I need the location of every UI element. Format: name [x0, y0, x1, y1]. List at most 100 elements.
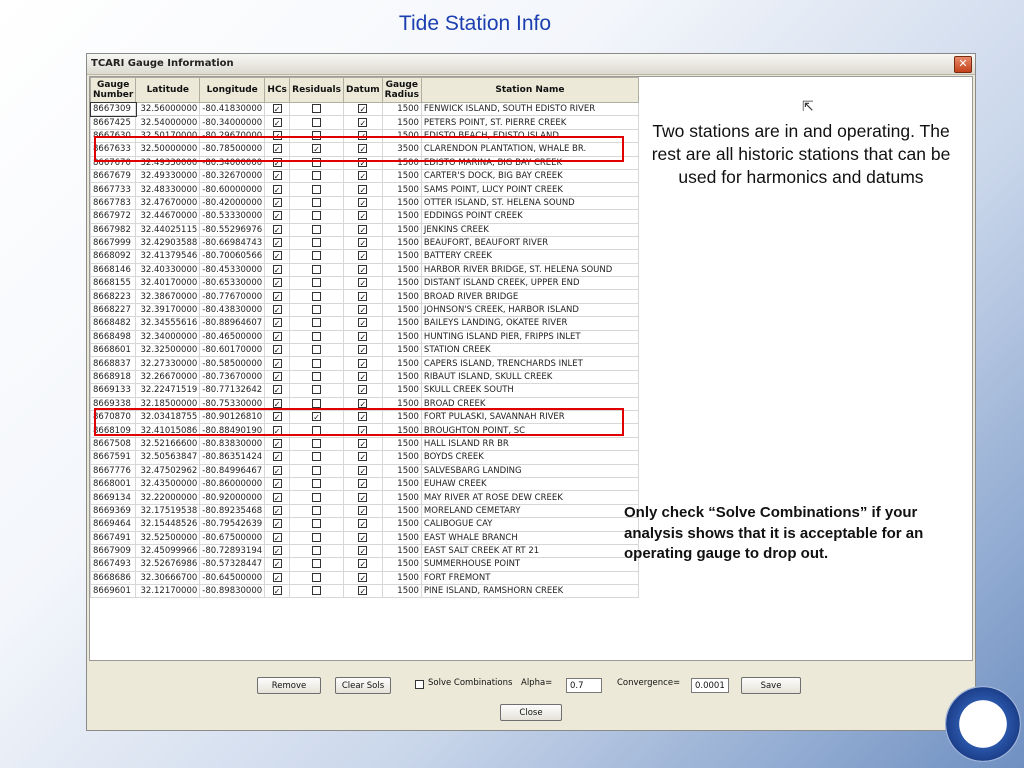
residuals-checkbox[interactable]: [312, 358, 322, 368]
table-row[interactable]: 8667491 32.52500000 -80.67500000 ✓ ✓ 1500 EAST…: [89, 530, 639, 545]
datum-checkbox[interactable]: ✓: [358, 238, 368, 248]
residuals-checkbox[interactable]: [312, 184, 322, 194]
gauge-number-cell[interactable]: 8667972: [89, 209, 137, 224]
hcs-checkbox[interactable]: ✓: [272, 398, 282, 409]
datum-checkbox[interactable]: ✓: [358, 532, 368, 543]
gauge-number-cell[interactable]: 8669601: [89, 584, 137, 599]
gauge-number-cell[interactable]: 8668601: [89, 343, 137, 358]
hcs-checkbox[interactable]: ✓: [272, 117, 282, 128]
gauge-number-cell[interactable]: 8667733: [89, 182, 137, 197]
table-row[interactable]: 8667783 32.47670000 -80.42000000 ✓ ✓ 1500 OTTE…: [89, 195, 639, 211]
datum-checkbox[interactable]: ✓: [358, 278, 368, 288]
datum-checkbox[interactable]: ✓: [358, 586, 368, 596]
hcs-checkbox[interactable]: ✓: [272, 264, 282, 275]
table-row[interactable]: 8667972 32.44670000 -80.53330000 ✓ ✓ 1500 EDDI…: [89, 209, 639, 224]
datum-checkbox[interactable]: ✓: [358, 211, 368, 221]
residuals-checkbox[interactable]: [312, 211, 322, 221]
gauge-number-cell[interactable]: 8668092: [89, 249, 137, 264]
hcs-checkbox[interactable]: ✓: [272, 465, 282, 476]
table-row[interactable]: 8669133 32.22471519 -80.77132642 ✓ ✓ 1500 SKUL…: [89, 383, 639, 398]
residuals-checkbox[interactable]: [312, 318, 322, 328]
datum-checkbox[interactable]: ✓: [358, 197, 368, 208]
table-row[interactable]: 8669601 32.12170000 -80.89830000 ✓ ✓ 1500 PINE…: [89, 584, 639, 599]
table-row[interactable]: 8667982 32.44025115 -80.55296976 ✓ ✓ 1500 JENK…: [89, 222, 639, 237]
datum-checkbox[interactable]: ✓: [358, 291, 368, 302]
hcs-checkbox[interactable]: ✓: [272, 372, 282, 382]
table-row[interactable]: 8668092 32.41379546 -80.70060566 ✓ ✓ 1500 BATT…: [89, 249, 639, 264]
gauge-number-cell[interactable]: 8668837: [89, 356, 137, 371]
residuals-checkbox[interactable]: [312, 331, 322, 341]
convergence-input[interactable]: 0.0001: [691, 678, 729, 693]
table-row[interactable]: 8668482 32.34555616 -80.88964607 ✓ ✓ 1500 BAIL…: [89, 316, 639, 331]
table-row[interactable]: 8668001 32.43500000 -80.86000000 ✓ ✓ 1500 EUHA…: [89, 476, 639, 492]
hcs-checkbox[interactable]: ✓: [272, 532, 282, 543]
gauge-number-cell[interactable]: 8669133: [89, 383, 137, 398]
datum-checkbox[interactable]: ✓: [358, 479, 368, 489]
col-longitude[interactable]: Longitude: [199, 77, 266, 103]
hcs-checkbox[interactable]: ✓: [272, 104, 282, 114]
datum-checkbox[interactable]: ✓: [358, 305, 368, 315]
hcs-checkbox[interactable]: ✓: [272, 171, 282, 181]
residuals-checkbox[interactable]: [312, 519, 322, 529]
col-station-name[interactable]: Station Name: [420, 77, 639, 103]
hcs-checkbox[interactable]: ✓: [272, 572, 282, 583]
datum-checkbox[interactable]: ✓: [358, 345, 368, 355]
residuals-checkbox[interactable]: [312, 345, 322, 355]
hcs-checkbox[interactable]: ✓: [272, 197, 282, 208]
table-row[interactable]: 8667309 32.56000000 -80.41830000 ✓ ✓ 1500 FENW…: [89, 101, 639, 117]
datum-checkbox[interactable]: ✓: [358, 572, 368, 583]
gauge-number-cell[interactable]: 8668498: [89, 329, 137, 345]
gauge-number-cell[interactable]: 8668227: [89, 302, 137, 318]
hcs-checkbox[interactable]: ✓: [272, 559, 282, 569]
residuals-checkbox[interactable]: [312, 104, 322, 114]
residuals-checkbox[interactable]: [312, 117, 322, 127]
residuals-checkbox[interactable]: [312, 291, 322, 301]
residuals-checkbox[interactable]: [312, 559, 322, 569]
hcs-checkbox[interactable]: ✓: [272, 211, 282, 221]
gauge-number-cell[interactable]: 8667591: [89, 450, 137, 465]
table-row[interactable]: 8667591 32.50563847 -80.86351424 ✓ ✓ 1500 BOYD…: [89, 450, 639, 465]
gauge-number-cell[interactable]: 8667982: [89, 222, 137, 237]
close-button[interactable]: Close: [500, 704, 562, 721]
hcs-checkbox[interactable]: ✓: [272, 224, 282, 235]
residuals-checkbox[interactable]: [312, 505, 322, 515]
datum-checkbox[interactable]: ✓: [358, 465, 368, 476]
table-row[interactable]: 8669369 32.17519538 -80.89235468 ✓ ✓ 1500 MORE…: [89, 503, 639, 519]
hcs-checkbox[interactable]: ✓: [272, 479, 282, 489]
residuals-checkbox[interactable]: [312, 572, 322, 582]
remove-button[interactable]: Remove: [257, 677, 321, 694]
gauge-number-cell[interactable]: 8668918: [89, 369, 137, 385]
residuals-checkbox[interactable]: [312, 171, 322, 181]
hcs-checkbox[interactable]: ✓: [272, 278, 282, 288]
table-row[interactable]: 8667508 32.52166600 -80.83830000 ✓ ✓ 1500 HALL…: [89, 436, 639, 452]
table-row[interactable]: 8668601 32.32500000 -80.60170000 ✓ ✓ 1500 STAT…: [89, 343, 639, 358]
hcs-checkbox[interactable]: ✓: [272, 385, 282, 395]
residuals-checkbox[interactable]: [312, 251, 322, 261]
table-row[interactable]: 8668837 32.27330000 -80.58500000 ✓ ✓ 1500 CAPE…: [89, 356, 639, 371]
datum-checkbox[interactable]: ✓: [358, 104, 368, 114]
gauge-number-cell[interactable]: 8669134: [89, 490, 137, 505]
residuals-checkbox[interactable]: [312, 465, 322, 475]
hcs-checkbox[interactable]: ✓: [272, 505, 282, 516]
table-row[interactable]: 8669464 32.15448526 -80.79542639 ✓ ✓ 1500 CALI…: [89, 517, 639, 532]
hcs-checkbox[interactable]: ✓: [272, 291, 282, 302]
datum-checkbox[interactable]: ✓: [358, 492, 368, 503]
residuals-checkbox[interactable]: [312, 278, 322, 288]
datum-checkbox[interactable]: ✓: [358, 505, 368, 516]
gauge-number-cell[interactable]: 8668482: [89, 316, 137, 331]
residuals-checkbox[interactable]: [312, 546, 322, 556]
datum-checkbox[interactable]: ✓: [358, 264, 368, 275]
datum-checkbox[interactable]: ✓: [358, 452, 368, 462]
table-row[interactable]: 8669134 32.22000000 -80.92000000 ✓ ✓ 1500 MAY …: [89, 490, 639, 505]
table-row[interactable]: 8668498 32.34000000 -80.46500000 ✓ ✓ 1500 HUNT…: [89, 329, 639, 345]
residuals-checkbox[interactable]: [312, 385, 322, 395]
hcs-checkbox[interactable]: ✓: [272, 586, 282, 596]
gauge-number-cell[interactable]: 8667909: [89, 543, 137, 559]
datum-checkbox[interactable]: ✓: [358, 184, 368, 195]
residuals-checkbox[interactable]: [312, 372, 322, 381]
gauge-number-cell[interactable]: 8669464: [89, 517, 137, 532]
gauge-number-cell[interactable]: 8668001: [89, 476, 137, 492]
gauge-number-cell[interactable]: 8667425: [89, 115, 137, 130]
table-row[interactable]: 8667909 32.45099966 -80.72893194 ✓ ✓ 1500 EAST…: [89, 543, 639, 559]
solve-combinations-checkbox[interactable]: [415, 680, 424, 689]
